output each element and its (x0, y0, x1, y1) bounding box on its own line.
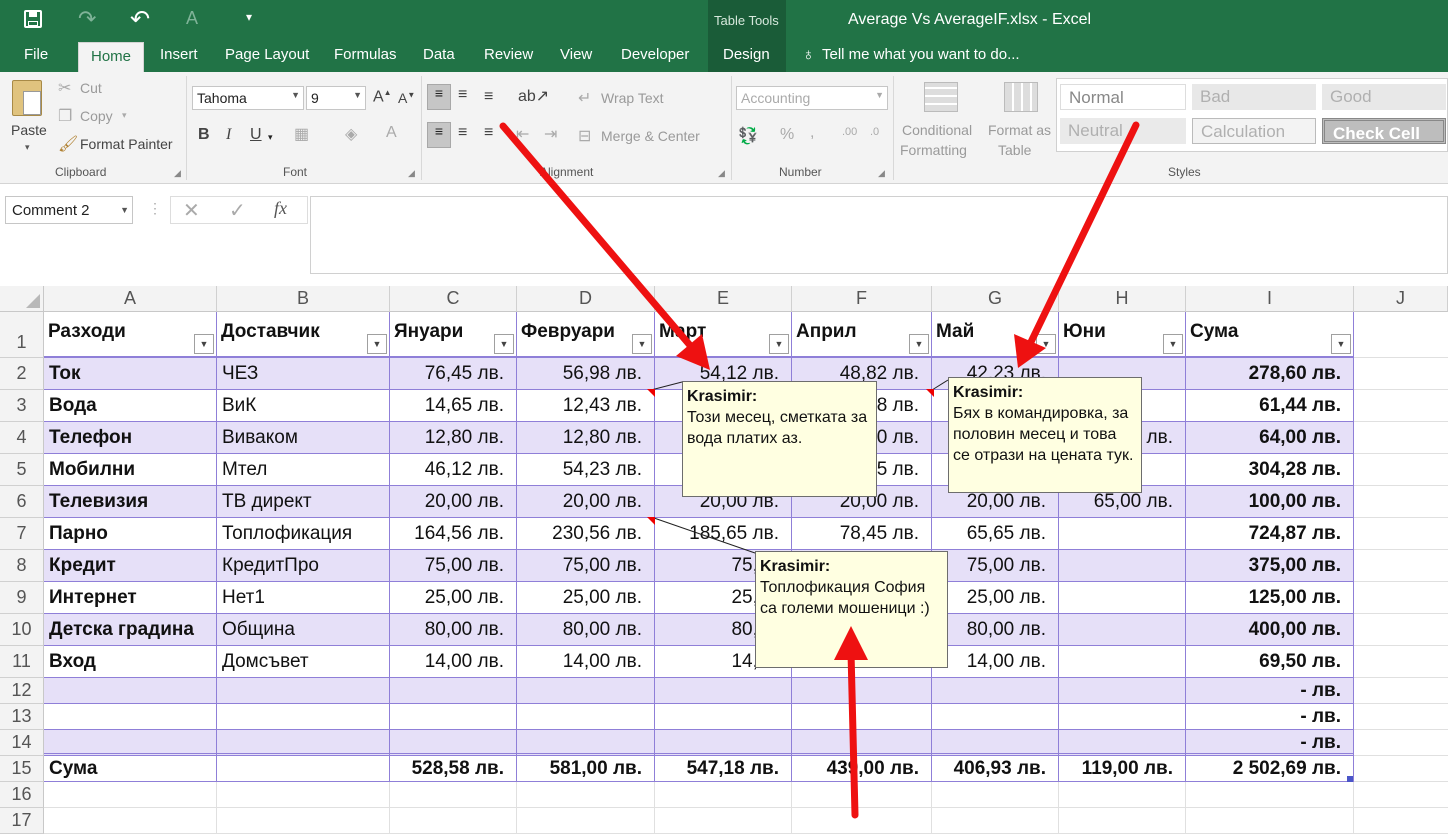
comment-connector-line (931, 379, 949, 391)
comment-indicator-icon (926, 389, 934, 397)
comment-indicator-icon (647, 517, 655, 525)
red-arrow-icon (499, 122, 698, 354)
comment-indicator-icon (647, 389, 655, 397)
red-arrow-icon (847, 648, 859, 819)
red-arrow-icon (1026, 121, 1140, 348)
comment-connector-line (653, 517, 756, 554)
comment-connector-line (650, 381, 683, 391)
red-arrow-head-icon (834, 626, 868, 660)
annotation-layer (499, 121, 1140, 819)
